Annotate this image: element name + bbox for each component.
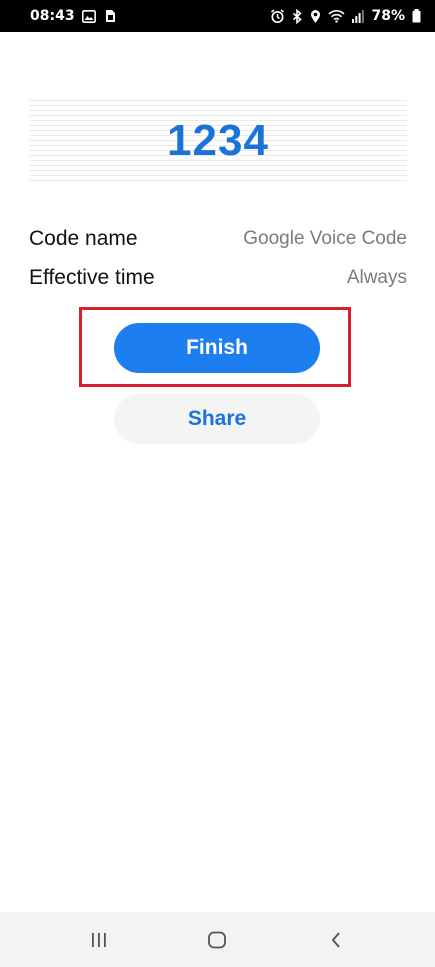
gallery-icon: [81, 9, 96, 23]
status-bar: 08:43 78%: [0, 0, 435, 32]
alarm-icon: [270, 8, 285, 24]
effective-time-label: Effective time: [29, 266, 155, 289]
share-button[interactable]: Share: [114, 394, 320, 444]
home-icon[interactable]: [187, 920, 247, 960]
effective-time-row: Effective time Always: [29, 266, 407, 290]
code-name-row: Code name Google Voice Code: [29, 227, 407, 251]
back-icon[interactable]: [306, 920, 366, 960]
status-right: 78%: [270, 8, 421, 24]
code-display: 1234: [29, 100, 407, 182]
finish-button[interactable]: Finish: [114, 323, 320, 373]
signal-icon: [352, 9, 365, 23]
effective-time-value: Always: [346, 267, 407, 288]
code-name-label: Code name: [29, 227, 138, 250]
screen: 08:43 78% 1234 Code name Google Voice Co…: [0, 0, 435, 967]
navigation-bar: [0, 912, 435, 967]
wifi-icon: [328, 9, 346, 23]
recent-apps-icon[interactable]: [69, 920, 129, 960]
battery-icon: [412, 9, 421, 23]
status-left: 08:43: [30, 8, 117, 24]
status-time: 08:43: [30, 8, 75, 24]
battery-percent: 78%: [371, 8, 405, 24]
code-value: 1234: [167, 116, 269, 165]
location-icon: [310, 9, 321, 24]
bluetooth-icon: [292, 8, 303, 24]
sim-card-icon: [103, 9, 117, 23]
code-name-value: Google Voice Code: [243, 228, 407, 249]
